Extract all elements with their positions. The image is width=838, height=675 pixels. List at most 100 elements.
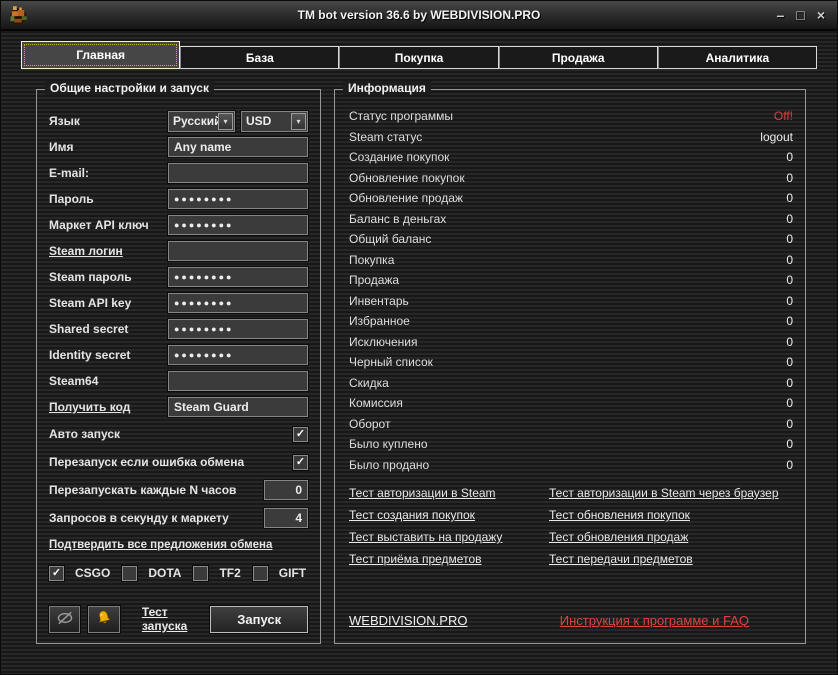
password-input[interactable] bbox=[168, 189, 308, 209]
tab-label: Покупка bbox=[395, 51, 444, 65]
minimize-icon[interactable]: – bbox=[777, 8, 785, 22]
chevron-down-icon[interactable]: ▾ bbox=[291, 113, 306, 130]
test-update-orders-link[interactable]: Тест обновления покупок bbox=[549, 508, 690, 522]
info-label: Статус программы bbox=[349, 109, 453, 123]
eye-slash-icon bbox=[55, 611, 75, 628]
info-label: Было куплено bbox=[349, 437, 428, 451]
test-steam-auth-browser-link[interactable]: Тест авторизации в Steam через браузер bbox=[549, 486, 779, 500]
chevron-down-icon[interactable]: ▾ bbox=[218, 113, 233, 130]
shared-secret-input[interactable] bbox=[168, 319, 308, 339]
tab-baza[interactable]: База bbox=[180, 46, 339, 69]
get-code-row: Получить код bbox=[49, 394, 308, 420]
info-value: 0 bbox=[786, 355, 793, 369]
faq-instruction-link[interactable]: Инструкция к программе и FAQ bbox=[560, 613, 749, 628]
info-label: Избранное bbox=[349, 314, 410, 328]
steam-login-link[interactable]: Steam логин bbox=[49, 244, 168, 258]
dota-checkbox[interactable] bbox=[122, 566, 137, 581]
tab-prodazha[interactable]: Продажа bbox=[499, 46, 658, 69]
test-update-sales-link[interactable]: Тест обновления продаж bbox=[549, 530, 688, 544]
steam-password-input[interactable] bbox=[168, 267, 308, 287]
info-value: 0 bbox=[786, 273, 793, 287]
identity-secret-input[interactable] bbox=[168, 345, 308, 365]
settings-form: Язык Русский ▾ USD ▾ Имя E-mail: bbox=[37, 90, 320, 586]
test-link-row: Тест авторизации в Steam Тест авторизаци… bbox=[349, 482, 793, 504]
password-row: Пароль bbox=[49, 186, 308, 212]
info-panel: Информация Статус программыOff! Steam ст… bbox=[334, 89, 806, 644]
steam-api-key-input[interactable] bbox=[168, 293, 308, 313]
info-label: Обновление покупок bbox=[349, 171, 465, 185]
requests-per-second-row: Запросов в секунду к маркету bbox=[49, 504, 308, 532]
steam-login-row: Steam логин bbox=[49, 238, 308, 264]
password-label: Пароль bbox=[49, 192, 168, 206]
titlebar: TM bot version 36.6 by WEBDIVISION.PRO –… bbox=[1, 1, 837, 31]
info-label: Покупка bbox=[349, 253, 394, 267]
info-row: Обновление покупок 0 bbox=[349, 168, 793, 189]
info-value: 0 bbox=[786, 171, 793, 185]
tab-pokupka[interactable]: Покупка bbox=[339, 46, 498, 69]
hide-window-button[interactable] bbox=[49, 606, 80, 633]
info-value: 0 bbox=[786, 437, 793, 451]
tab-label: Продажа bbox=[552, 51, 605, 65]
games-row: ✓ CSGO DOTA TF2 GIFT bbox=[49, 560, 308, 586]
info-value: 0 bbox=[786, 191, 793, 205]
run-button[interactable]: Запуск bbox=[210, 606, 308, 633]
tab-glavnaya[interactable]: Главная bbox=[21, 41, 180, 69]
tab-analitika[interactable]: Аналитика bbox=[658, 46, 817, 69]
language-label: Язык bbox=[49, 114, 168, 128]
steam-login-input[interactable] bbox=[168, 241, 308, 261]
market-api-key-input[interactable] bbox=[168, 215, 308, 235]
sound-notify-button[interactable] bbox=[88, 606, 119, 633]
requests-per-second-input[interactable] bbox=[264, 508, 308, 528]
info-value: 0 bbox=[786, 253, 793, 267]
steam64-input[interactable] bbox=[168, 371, 308, 391]
csgo-checkbox[interactable]: ✓ bbox=[49, 566, 64, 581]
shared-secret-label: Shared secret bbox=[49, 322, 168, 336]
steam-guard-code-input[interactable] bbox=[168, 397, 308, 417]
language-select[interactable]: Русский ▾ bbox=[168, 111, 235, 132]
info-label: Было продано bbox=[349, 458, 429, 472]
info-label: Общий баланс bbox=[349, 232, 431, 246]
bell-icon bbox=[96, 610, 112, 629]
steam64-row: Steam64 bbox=[49, 368, 308, 394]
currency-select[interactable]: USD ▾ bbox=[241, 111, 308, 132]
test-steam-auth-link[interactable]: Тест авторизации в Steam bbox=[349, 486, 549, 500]
check-icon: ✓ bbox=[296, 429, 305, 440]
maximize-icon[interactable]: □ bbox=[796, 8, 804, 22]
confirm-trades-row: Подтвердить все предложения обмена bbox=[49, 532, 308, 558]
market-api-row: Маркет API ключ bbox=[49, 212, 308, 238]
gift-label: GIFT bbox=[279, 566, 306, 580]
test-receive-items-link[interactable]: Тест приёма предметов bbox=[349, 552, 549, 566]
language-select-value: Русский bbox=[169, 114, 218, 128]
info-row: Комиссия0 bbox=[349, 393, 793, 414]
tf2-checkbox[interactable] bbox=[193, 566, 208, 581]
test-create-orders-link[interactable]: Тест создания покупок bbox=[349, 508, 549, 522]
info-label: Обновление продаж bbox=[349, 191, 463, 205]
language-selects: Русский ▾ USD ▾ bbox=[168, 111, 308, 132]
test-send-items-link[interactable]: Тест передачи предметов bbox=[549, 552, 693, 566]
test-links: Тест авторизации в Steam Тест авторизаци… bbox=[349, 482, 793, 570]
settings-panel: Общие настройки и запуск Язык Русский ▾ … bbox=[36, 89, 321, 644]
tab-label: База bbox=[246, 51, 274, 65]
info-value: 0 bbox=[786, 212, 793, 226]
info-row: Избранное0 bbox=[349, 311, 793, 332]
currency-select-value: USD bbox=[242, 114, 291, 128]
restart-on-error-checkbox[interactable]: ✓ bbox=[293, 455, 308, 470]
window-controls: – □ × bbox=[777, 8, 825, 22]
settings-panel-title: Общие настройки и запуск bbox=[45, 81, 214, 95]
close-icon[interactable]: × bbox=[817, 8, 825, 22]
steam-api-row: Steam API key bbox=[49, 290, 308, 316]
auto-start-checkbox[interactable]: ✓ bbox=[293, 427, 308, 442]
info-list: Статус программыOff! Steam статусlogout … bbox=[335, 90, 805, 570]
gift-checkbox[interactable] bbox=[253, 566, 268, 581]
confirm-trades-link[interactable]: Подтвердить все предложения обмена bbox=[49, 539, 308, 551]
app-window: TM bot version 36.6 by WEBDIVISION.PRO –… bbox=[0, 0, 838, 675]
email-input[interactable] bbox=[168, 163, 308, 183]
webdivision-site-link[interactable]: WEBDIVISION.PRO bbox=[349, 613, 467, 628]
test-list-for-sale-link[interactable]: Тест выставить на продажу bbox=[349, 530, 549, 544]
test-link-row: Тест создания покупок Тест обновления по… bbox=[349, 504, 793, 526]
restart-hours-input[interactable] bbox=[264, 480, 308, 500]
info-value: 0 bbox=[786, 396, 793, 410]
test-run-link[interactable]: Тест запуска bbox=[142, 605, 211, 633]
name-input[interactable] bbox=[168, 137, 308, 157]
get-code-link[interactable]: Получить код bbox=[49, 400, 168, 414]
